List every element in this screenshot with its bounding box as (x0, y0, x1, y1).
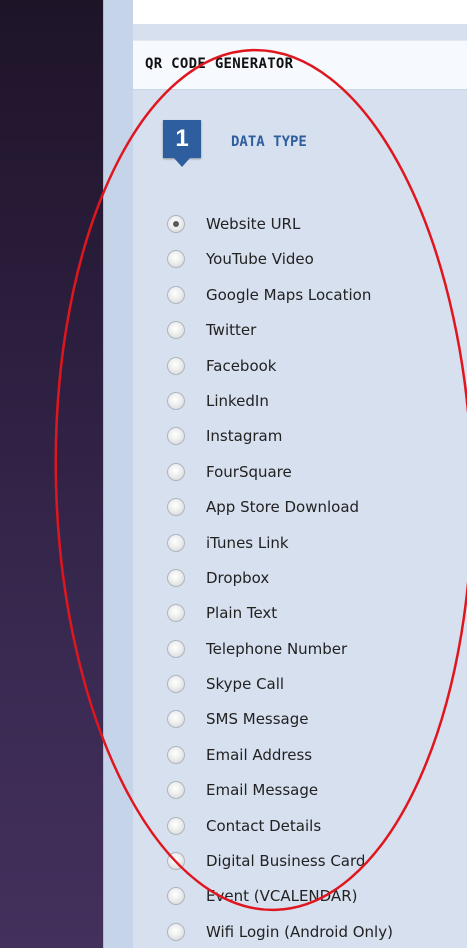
radio-button[interactable] (167, 887, 185, 906)
data-type-option[interactable]: Twitter (167, 320, 467, 355)
radio-button[interactable] (167, 533, 185, 552)
data-type-option[interactable]: Skype Call (167, 674, 467, 709)
qr-generator-panel: QR CODE GENERATOR 1 DATA TYPE Website UR… (133, 24, 467, 948)
data-type-option[interactable]: Telephone Number (167, 639, 467, 674)
radio-button[interactable] (167, 781, 185, 800)
data-type-option[interactable]: iTunes Link (167, 533, 467, 568)
data-type-option[interactable]: App Store Download (167, 497, 467, 532)
data-type-option[interactable]: LinkedIn (167, 391, 467, 426)
option-label[interactable]: Website URL (206, 214, 300, 234)
step-title: DATA TYPE (231, 134, 307, 150)
step-number-badge: 1 (163, 120, 201, 167)
data-type-option[interactable]: Digital Business Card (167, 851, 467, 886)
option-label[interactable]: YouTube Video (206, 249, 314, 269)
radio-button[interactable] (167, 675, 185, 694)
option-label[interactable]: Contact Details (206, 816, 321, 836)
data-type-option[interactable]: Wifi Login (Android Only) (167, 922, 467, 948)
radio-button[interactable] (167, 816, 185, 835)
data-type-option[interactable]: SMS Message (167, 709, 467, 744)
radio-button[interactable] (167, 285, 185, 304)
radio-button[interactable] (167, 356, 185, 375)
page: QR CODE GENERATOR 1 DATA TYPE Website UR… (0, 0, 467, 948)
option-label[interactable]: Telephone Number (206, 639, 347, 659)
data-type-option[interactable]: Contact Details (167, 816, 467, 851)
data-type-option[interactable]: Website URL (167, 214, 467, 249)
option-label[interactable]: Skype Call (206, 674, 284, 694)
radio-button[interactable] (167, 710, 185, 729)
option-label[interactable]: FourSquare (206, 462, 292, 482)
step-number: 1 (175, 125, 189, 152)
option-label[interactable]: Plain Text (206, 603, 277, 623)
data-type-option[interactable]: Google Maps Location (167, 285, 467, 320)
radio-button[interactable] (167, 639, 185, 658)
radio-button[interactable] (167, 498, 185, 517)
radio-button[interactable] (167, 250, 185, 269)
option-label[interactable]: Email Address (206, 745, 312, 765)
top-area (133, 0, 467, 24)
option-label[interactable]: Dropbox (206, 568, 269, 588)
radio-button[interactable] (167, 922, 185, 941)
radio-button[interactable] (167, 321, 185, 340)
data-type-option[interactable]: YouTube Video (167, 249, 467, 284)
accent-strip (103, 0, 134, 948)
radio-button[interactable] (167, 852, 185, 871)
radio-button[interactable] (167, 745, 185, 764)
data-type-option[interactable]: FourSquare (167, 462, 467, 497)
option-label[interactable]: Digital Business Card (206, 851, 365, 871)
data-type-option[interactable]: Email Message (167, 780, 467, 815)
data-type-option[interactable]: Plain Text (167, 603, 467, 638)
option-label[interactable]: Email Message (206, 780, 318, 800)
option-label[interactable]: Google Maps Location (206, 285, 371, 305)
option-label[interactable]: Twitter (206, 320, 256, 340)
radio-button[interactable] (167, 427, 185, 446)
option-label[interactable]: Instagram (206, 426, 282, 446)
radio-button[interactable] (167, 568, 185, 587)
panel-title: QR CODE GENERATOR (145, 56, 294, 72)
data-type-option[interactable]: Email Address (167, 745, 467, 780)
radio-button[interactable] (167, 215, 185, 233)
radio-button[interactable] (167, 604, 185, 623)
option-label[interactable]: Wifi Login (Android Only) (206, 922, 393, 942)
data-type-option[interactable]: Instagram (167, 426, 467, 461)
data-type-option[interactable]: Event (VCALENDAR) (167, 886, 467, 921)
panel-header: QR CODE GENERATOR (133, 40, 467, 90)
radio-button[interactable] (167, 391, 185, 410)
radio-button[interactable] (167, 462, 185, 481)
option-label[interactable]: iTunes Link (206, 533, 289, 553)
left-sidebar (0, 0, 103, 948)
option-label[interactable]: LinkedIn (206, 391, 269, 411)
data-type-radio-group: Website URL YouTube Video Google Maps Loca… (167, 214, 467, 948)
option-label[interactable]: SMS Message (206, 709, 309, 729)
data-type-option[interactable]: Dropbox (167, 568, 467, 603)
option-label[interactable]: Facebook (206, 356, 276, 376)
option-label[interactable]: App Store Download (206, 497, 359, 517)
option-label[interactable]: Event (VCALENDAR) (206, 886, 357, 906)
data-type-option[interactable]: Facebook (167, 356, 467, 391)
